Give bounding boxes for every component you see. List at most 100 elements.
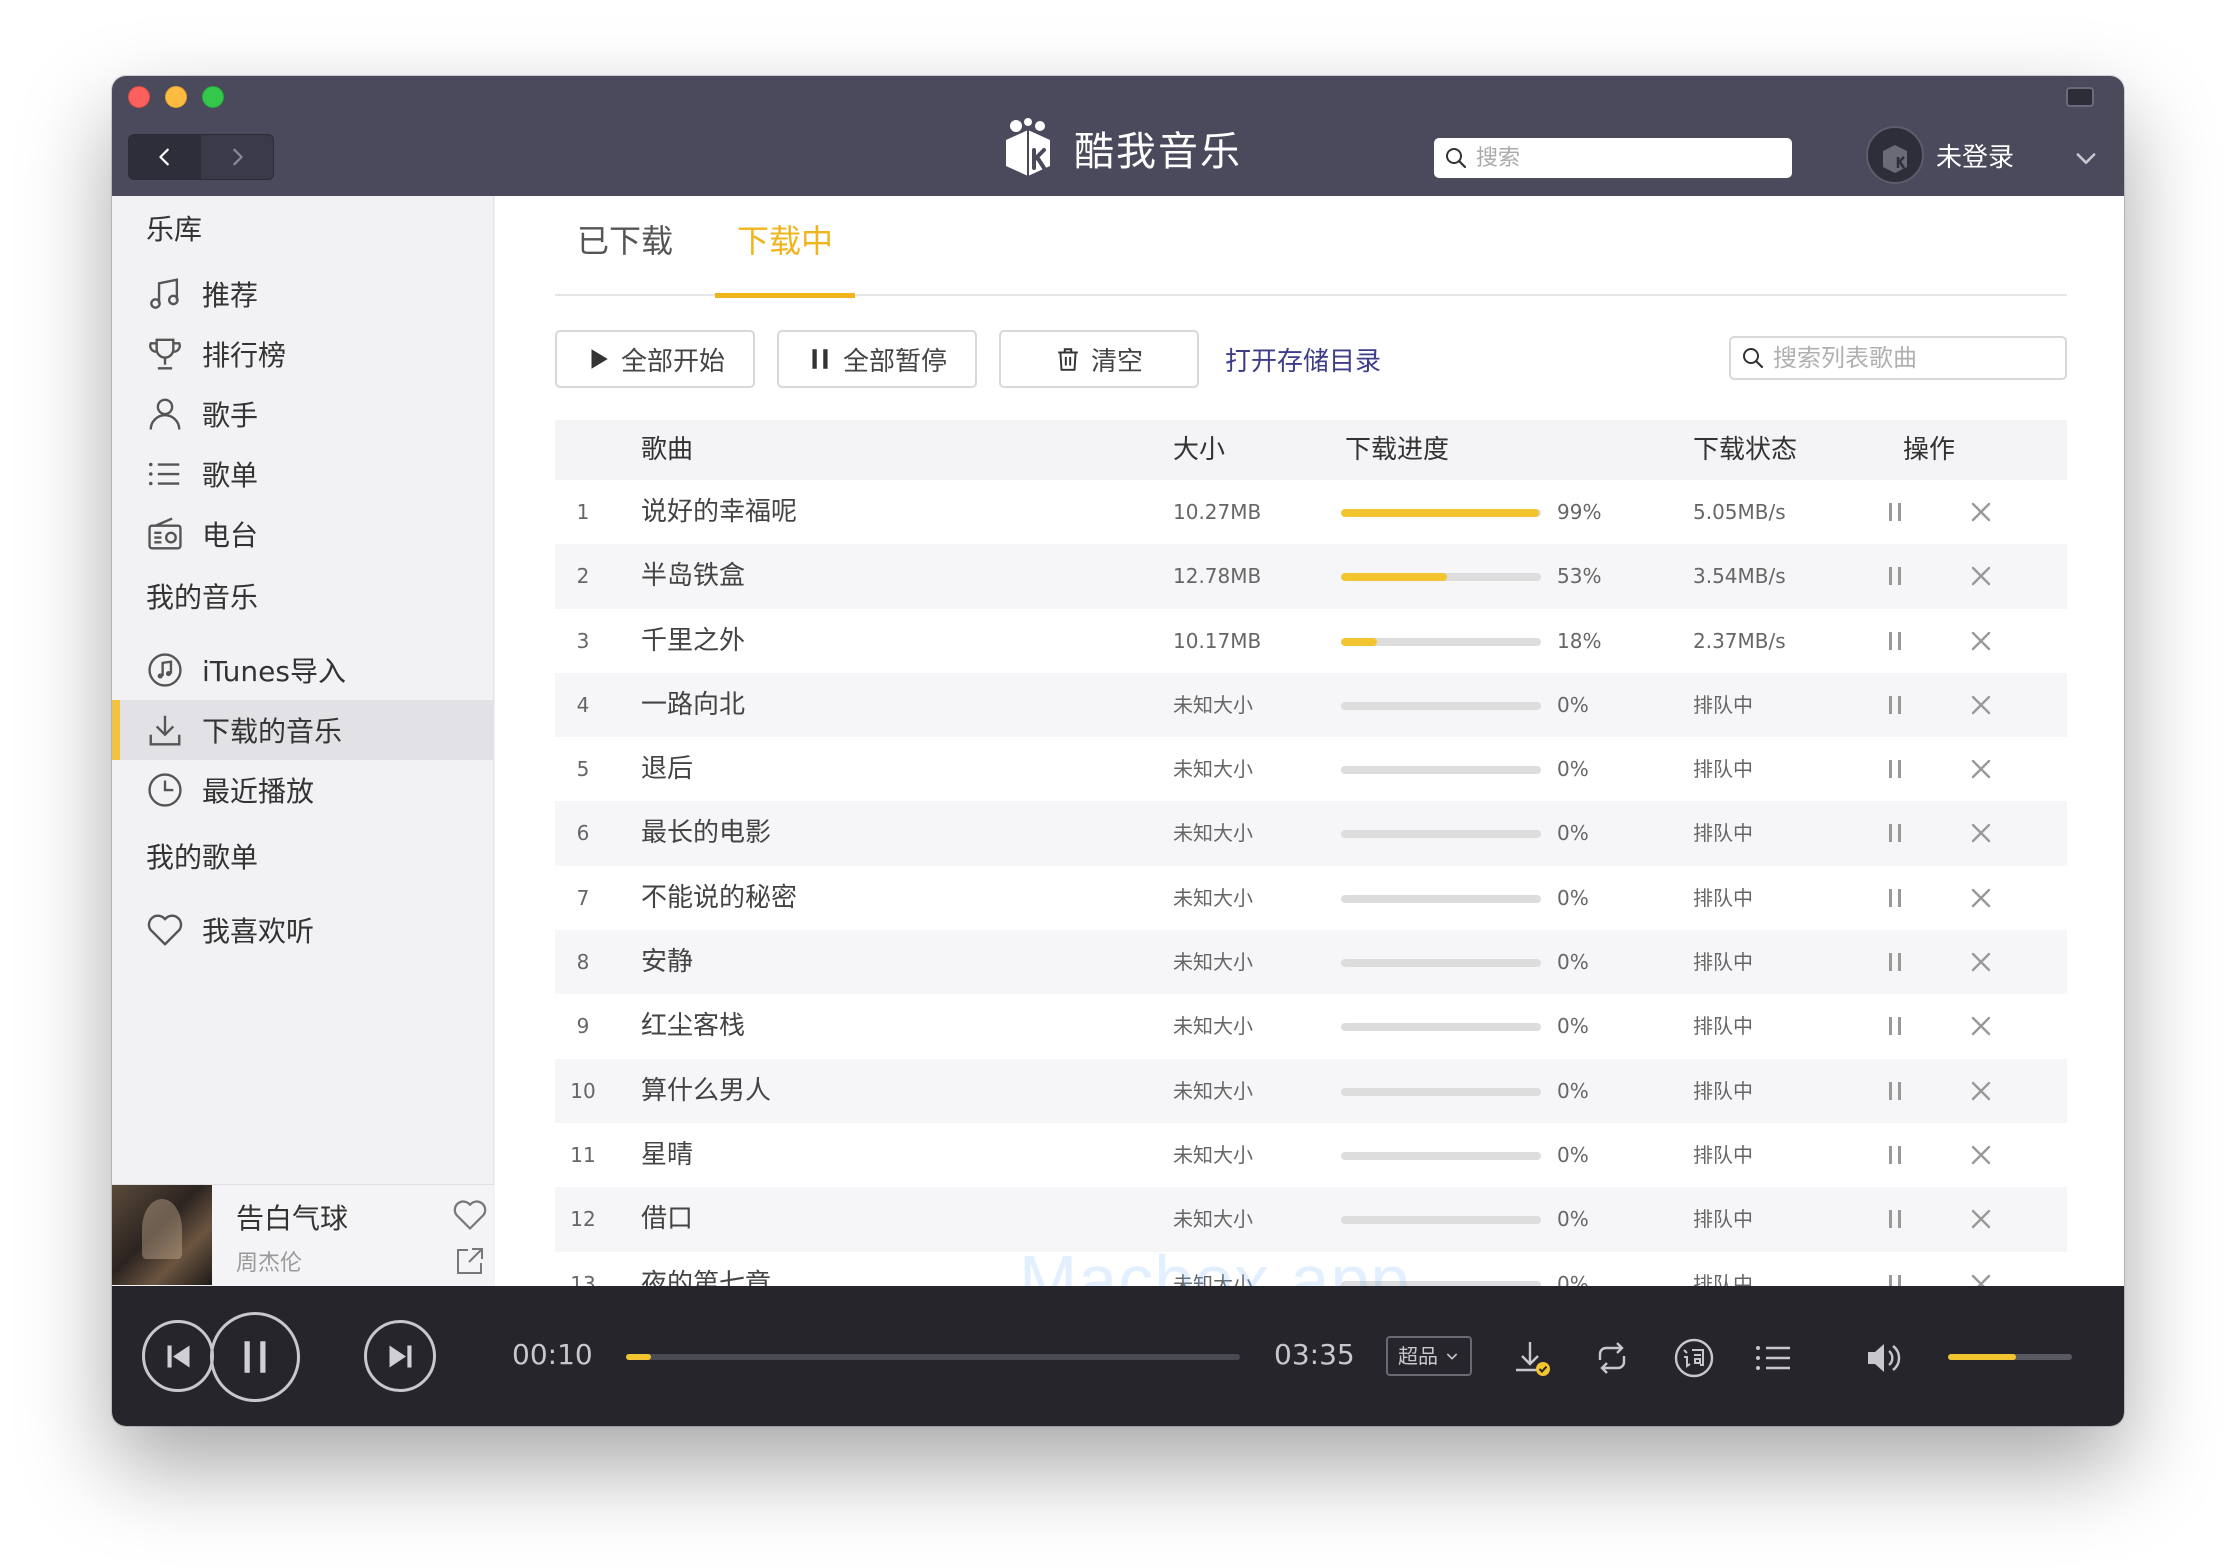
clear-button[interactable]: 清空 — [999, 330, 1199, 388]
pause-icon[interactable] — [1883, 564, 1907, 588]
pause-icon[interactable] — [1883, 886, 1907, 910]
mini-mode-button[interactable] — [2066, 87, 2094, 107]
sidebar-item-artists[interactable]: 歌手 — [112, 384, 493, 444]
header-status[interactable]: 下载状态 — [1693, 420, 1797, 480]
table-row[interactable]: 2 半岛铁盒 12.78MB 53% 3.54MB/s — [555, 544, 2067, 609]
row-progress-bar — [1341, 509, 1541, 517]
sidebar-item-favorites[interactable]: 我喜欢听 — [112, 900, 493, 960]
header-progress[interactable]: 下载进度 — [1345, 420, 1449, 480]
start-all-button[interactable]: 全部开始 — [555, 330, 755, 388]
table-row[interactable]: 7 不能说的秘密 未知大小 0% 排队中 — [555, 866, 2067, 930]
now-playing-card[interactable]: 告白气球 周杰伦 — [112, 1184, 494, 1286]
pause-icon[interactable] — [1883, 693, 1907, 717]
table-row[interactable]: 8 安静 未知大小 0% 排队中 — [555, 930, 2067, 995]
table-row[interactable]: 3 千里之外 10.17MB 18% 2.37MB/s — [555, 609, 2067, 673]
table-row[interactable]: 9 红尘客栈 未知大小 0% 排队中 — [555, 994, 2067, 1058]
back-button[interactable] — [129, 135, 201, 179]
table-row[interactable]: 13 夜的第七章 未知大小 0% 排队中 — [555, 1252, 2067, 1286]
row-song-title: 借口 — [641, 1204, 694, 1235]
previous-button[interactable] — [142, 1320, 214, 1392]
playback-progress-bar[interactable] — [626, 1354, 1240, 1360]
pause-icon[interactable] — [1883, 500, 1907, 524]
close-window-button[interactable] — [128, 86, 150, 108]
pause-icon[interactable] — [1883, 821, 1907, 845]
close-icon[interactable] — [1969, 629, 1993, 653]
row-status: 排队中 — [1693, 1271, 1753, 1286]
pause-icon[interactable] — [1883, 1014, 1907, 1038]
pause-all-button[interactable]: 全部暂停 — [777, 330, 977, 388]
sidebar-item-recommend[interactable]: 推荐 — [112, 264, 493, 324]
quality-selector[interactable]: 超品 — [1386, 1336, 1472, 1376]
close-icon[interactable] — [1969, 693, 1993, 717]
pause-icon[interactable] — [1883, 629, 1907, 653]
repeat-icon[interactable] — [1590, 1336, 1634, 1380]
lyrics-icon[interactable] — [1672, 1336, 1716, 1380]
pause-icon[interactable] — [1883, 1207, 1907, 1231]
table-row[interactable]: 11 星晴 未知大小 0% 排队中 — [555, 1123, 2067, 1187]
open-storage-dir-link[interactable]: 打开存储目录 — [1225, 341, 1381, 378]
close-icon[interactable] — [1969, 1272, 1993, 1286]
close-icon[interactable] — [1969, 757, 1993, 781]
table-row[interactable]: 6 最长的电影 未知大小 0% 排队中 — [555, 801, 2067, 866]
next-button[interactable] — [364, 1320, 436, 1392]
pause-icon[interactable] — [1883, 1272, 1907, 1286]
pause-icon[interactable] — [1883, 950, 1907, 974]
volume-slider[interactable] — [1948, 1354, 2072, 1360]
volume-fill — [1948, 1354, 2017, 1360]
itunes-icon — [148, 653, 182, 687]
zoom-window-button[interactable] — [202, 86, 224, 108]
album-cover[interactable] — [112, 1185, 212, 1285]
close-icon[interactable] — [1969, 1014, 1993, 1038]
sidebar-item-recent[interactable]: 最近播放 — [112, 760, 493, 820]
user-name[interactable]: 未登录 — [1936, 137, 2014, 174]
table-row[interactable]: 4 一路向北 未知大小 0% 排队中 — [555, 672, 2067, 738]
close-icon[interactable] — [1969, 564, 1993, 588]
playlist-icon[interactable] — [1752, 1336, 1796, 1380]
row-song-title: 退后 — [641, 754, 694, 785]
pause-icon[interactable] — [1883, 1079, 1907, 1103]
sidebar-item-radio[interactable]: 电台 — [112, 504, 493, 564]
main-content: 已下载 下载中 全部开始 全部暂停 清空 打开存储目录 搜索列表歌曲 歌曲 大小… — [495, 196, 2124, 1319]
avatar[interactable] — [1866, 126, 1924, 184]
sidebar-item-label: 歌单 — [202, 459, 259, 492]
sidebar-item-playlists[interactable]: 歌单 — [112, 444, 493, 504]
table-row[interactable]: 5 退后 未知大小 0% 排队中 — [555, 737, 2067, 801]
trash-icon — [1058, 348, 1078, 371]
minimize-window-button[interactable] — [165, 86, 187, 108]
chevron-down-icon[interactable] — [2072, 144, 2100, 172]
table-row[interactable]: 10 算什么男人 未知大小 0% 排队中 — [555, 1058, 2067, 1123]
list-search[interactable] — [1729, 336, 2067, 380]
header-size[interactable]: 大小 — [1173, 420, 1225, 480]
row-percent: 0% — [1557, 692, 1589, 717]
sidebar-item-itunes-import[interactable]: iTunes导入 — [112, 640, 493, 700]
close-icon[interactable] — [1969, 1143, 1993, 1167]
pause-icon[interactable] — [1883, 1143, 1907, 1167]
close-icon[interactable] — [1969, 500, 1993, 524]
close-icon[interactable] — [1969, 1207, 1993, 1231]
table-row[interactable]: 12 借口 未知大小 0% 排队中 — [555, 1187, 2067, 1252]
pause-icon[interactable] — [1883, 757, 1907, 781]
sidebar-item-charts[interactable]: 排行榜 — [112, 324, 493, 384]
close-icon[interactable] — [1969, 950, 1993, 974]
table-row[interactable]: 1 说好的幸福呢 10.27MB 99% 5.05MB/s — [555, 480, 2067, 544]
volume-icon[interactable] — [1862, 1336, 1906, 1380]
like-heart-icon[interactable] — [452, 1199, 488, 1231]
play-pause-button[interactable] — [210, 1312, 300, 1402]
share-icon[interactable] — [454, 1245, 486, 1277]
download-table: 歌曲 大小 下载进度 下载状态 操作 1 说好的幸福呢 10.27MB 99% 5.05… — [555, 420, 2067, 1286]
header-song[interactable]: 歌曲 — [641, 420, 693, 480]
play-icon — [591, 349, 608, 369]
row-song-title: 一路向北 — [641, 689, 746, 720]
tab-downloading[interactable]: 下载中 — [715, 196, 856, 298]
close-icon[interactable] — [1969, 821, 1993, 845]
global-search[interactable] — [1434, 138, 1792, 178]
downloaded-icon[interactable] — [1510, 1336, 1554, 1380]
tab-downloaded[interactable]: 已下载 — [555, 196, 695, 296]
sidebar-item-downloaded-music[interactable]: 下载的音乐 — [112, 700, 493, 760]
close-icon[interactable] — [1969, 1079, 1993, 1103]
list-search-input[interactable] — [1773, 344, 2053, 372]
forward-button[interactable] — [201, 135, 273, 179]
close-icon[interactable] — [1969, 886, 1993, 910]
search-input[interactable] — [1476, 145, 1766, 171]
user-account[interactable]: 未登录 — [1866, 126, 2014, 184]
